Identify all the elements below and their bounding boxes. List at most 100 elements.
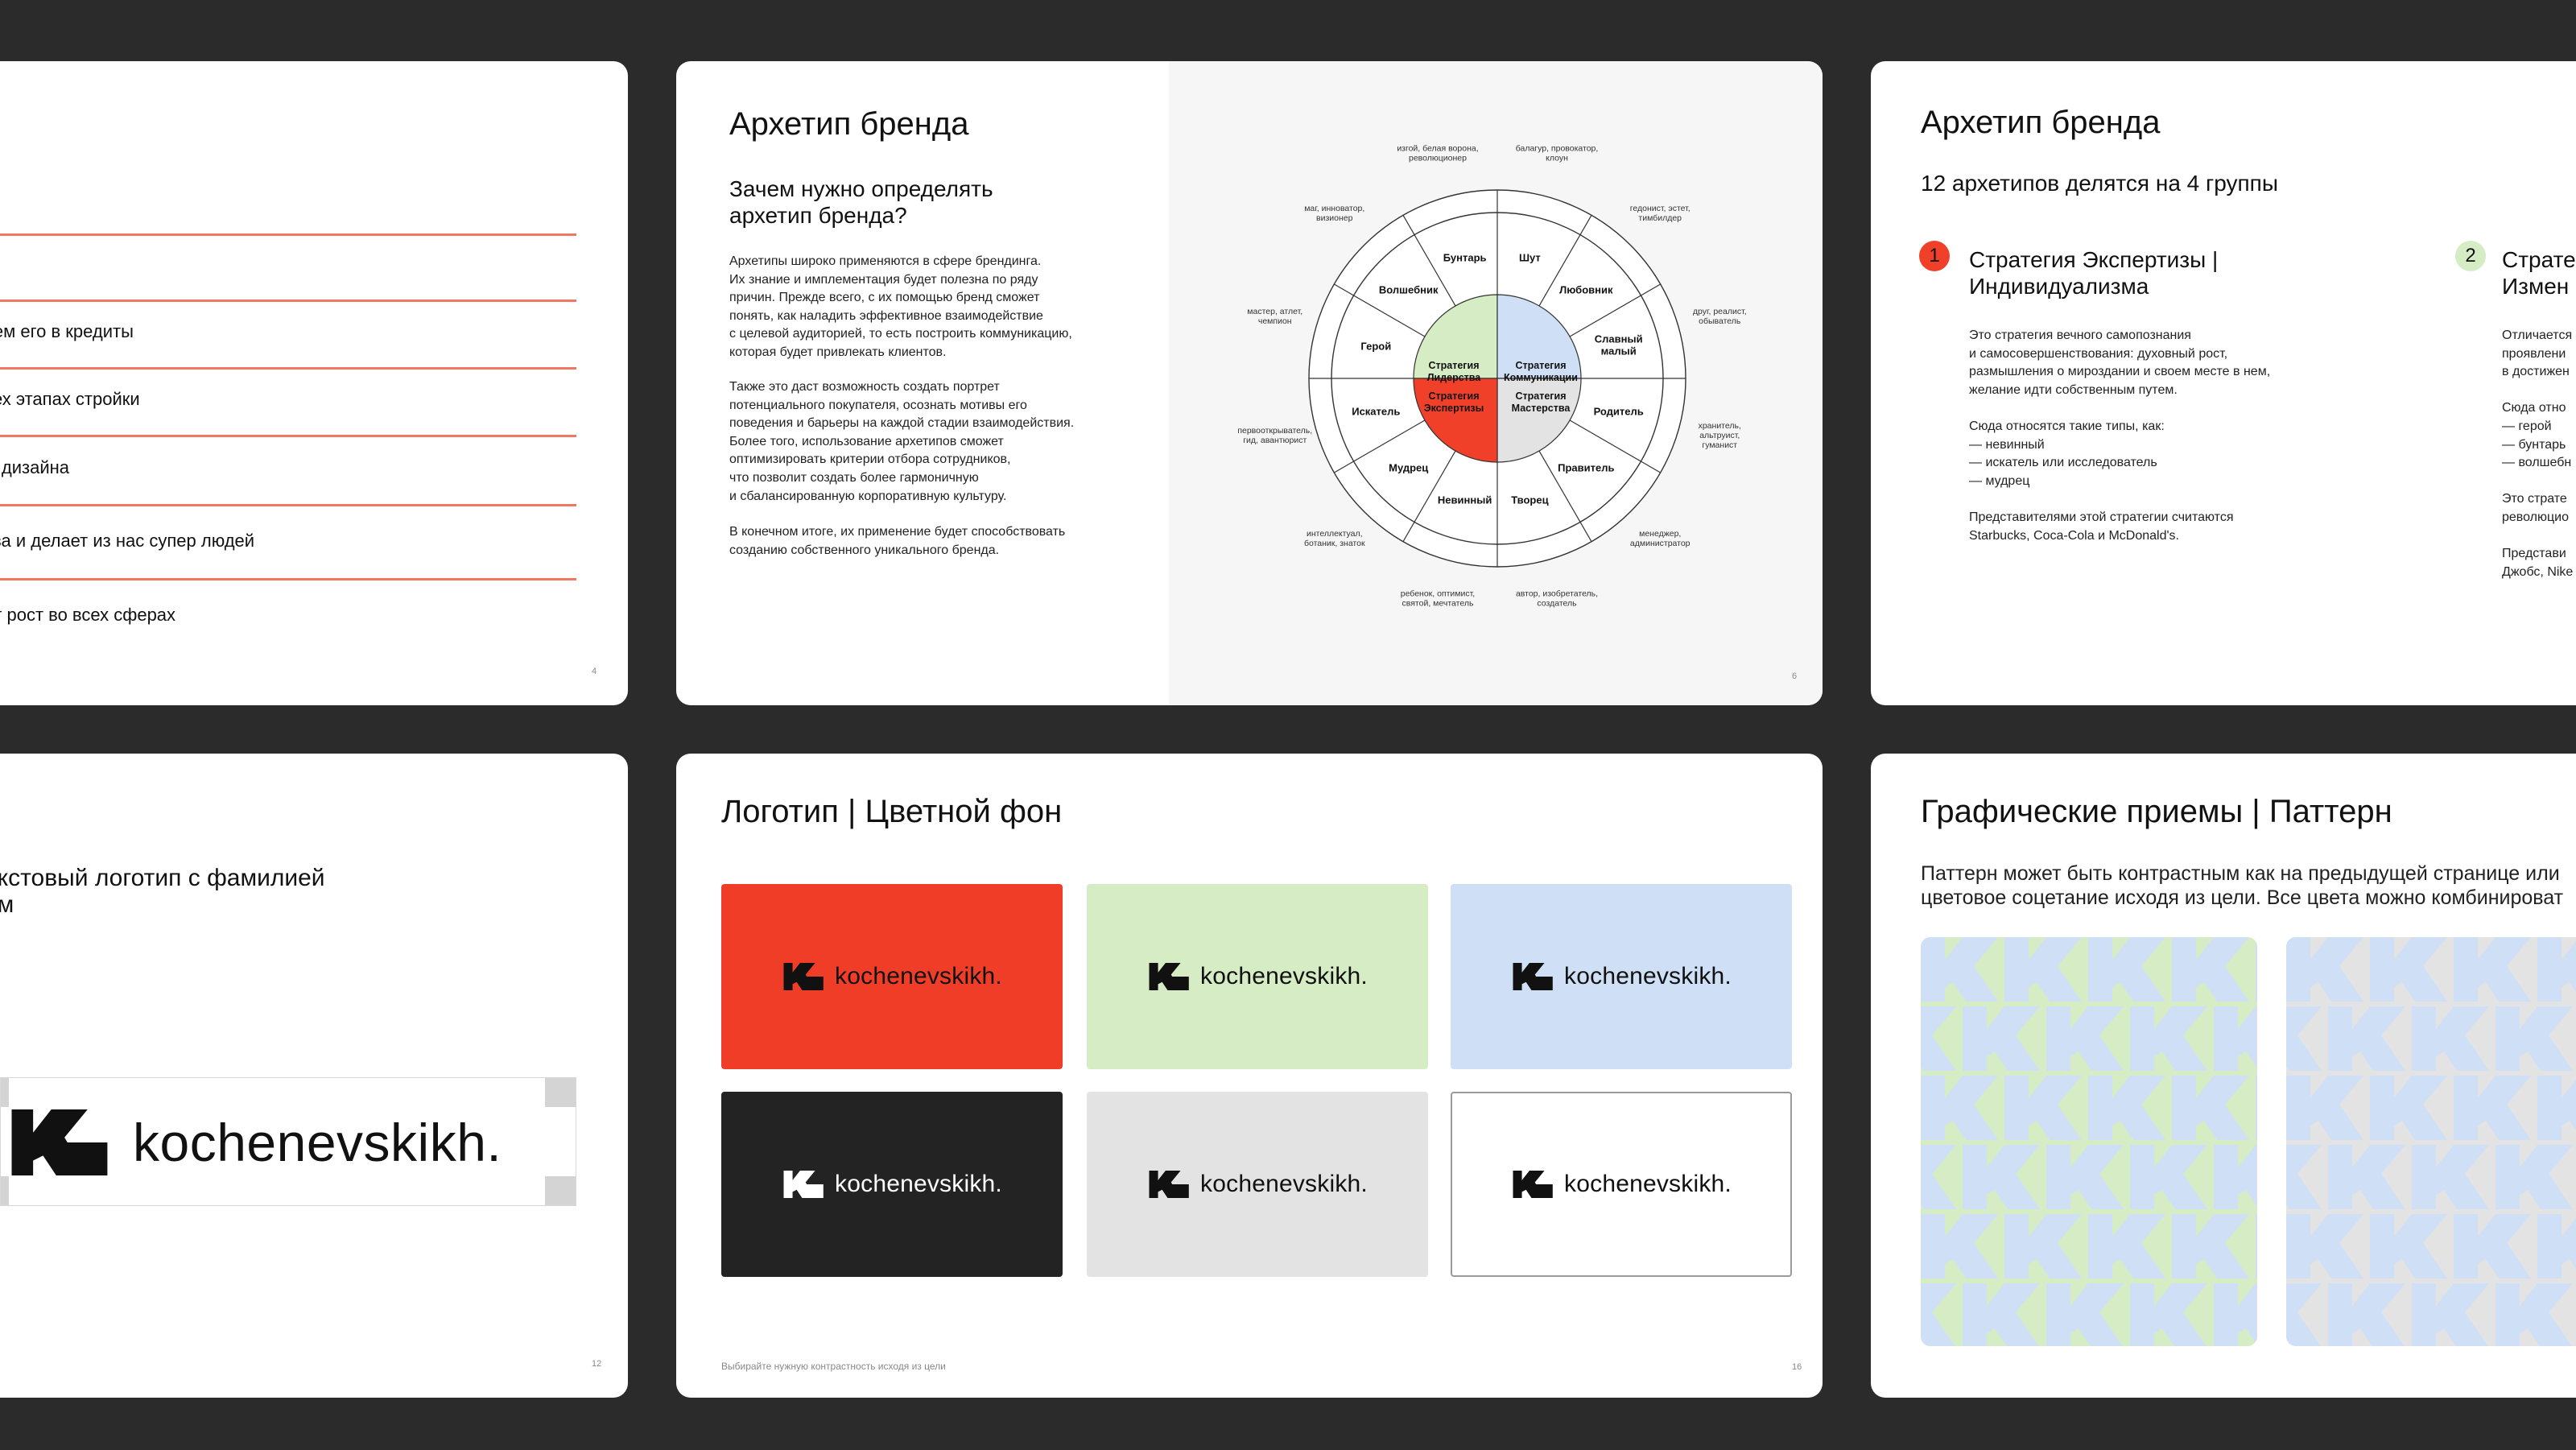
logo-mark-icon xyxy=(783,963,824,990)
archetype-label: Шут xyxy=(1519,251,1541,263)
archetype-label: Герой xyxy=(1360,341,1391,353)
logo-mark-icon xyxy=(1149,1171,1189,1198)
list-item: тва и делает из нас супер людей xyxy=(0,531,255,551)
logo-mark-icon xyxy=(1149,963,1189,990)
archetype-label: Родитель xyxy=(1594,405,1644,417)
group-number-badge: 1 xyxy=(1919,241,1950,271)
strategy-label: Стратегия Лидерства xyxy=(1427,360,1482,383)
archetype-description: менеджер, администратор xyxy=(1630,529,1690,548)
slide-text-logo: екстовый логотип с фамилией ом kochenevs… xyxy=(0,754,628,1398)
slide-pattern: Графические приемы | Паттерн Паттерн мож… xyxy=(1871,754,2576,1398)
logo: kochenevskikh. xyxy=(721,884,1063,1069)
divider xyxy=(0,435,576,437)
logo-mark-icon xyxy=(1513,1171,1553,1198)
clear-space-marker xyxy=(545,1078,576,1107)
list-item: ы дизайна xyxy=(0,457,70,477)
logo: kochenevskikh. xyxy=(721,1092,1063,1277)
list-item: яем его в кредиты xyxy=(0,321,134,341)
logo-mark-icon xyxy=(11,1109,108,1175)
pattern-graphic xyxy=(2286,937,2576,1346)
clear-space-marker xyxy=(1,1078,9,1107)
slide-text: екстовый логотип с фамилией ом xyxy=(0,865,325,918)
logo: kochenevskikh. xyxy=(1087,884,1428,1069)
archetype-description: ребенок, оптимист, святой, мечтатель xyxy=(1401,589,1475,608)
group-number-badge: 2 xyxy=(2455,241,2486,271)
slide-title: Архетип бренда xyxy=(729,106,969,142)
pattern-graphic xyxy=(1921,937,2257,1346)
archetype-description: изгой, белая ворона, революционер xyxy=(1397,144,1478,163)
logo-card: kochenevskikh. xyxy=(721,884,1063,1069)
slide-text: Паттерн может быть контрастным как на пр… xyxy=(1921,862,2564,909)
group-title: Страте Измен xyxy=(2502,247,2576,299)
strategy-label: Стратегия Мастерства xyxy=(1512,390,1571,414)
logo-card: kochenevskikh. xyxy=(1087,1092,1428,1277)
page-number: 16 xyxy=(1792,1362,1802,1372)
group-description: Это стратегия вечного самопознания и сам… xyxy=(1969,328,2271,543)
logo-card: kochenevskikh. xyxy=(721,1092,1063,1277)
page-number: 4 xyxy=(592,667,597,676)
logo-card: kochenevskikh. xyxy=(1451,1092,1792,1277)
archetype-label: Невинный xyxy=(1438,494,1492,506)
paragraph: Архетипы широко применяются в сфере брен… xyxy=(729,254,1072,359)
logo-card: kochenevskikh. xyxy=(1087,884,1428,1069)
archetype-label: Любовник xyxy=(1559,284,1613,296)
logo-construction: kochenevskikh. xyxy=(0,1077,576,1206)
slide-archetype-groups: Архетип бренда 12 архетипов делятся на 4… xyxy=(1871,61,2576,705)
logo-wordmark: kochenevskikh. xyxy=(1200,963,1368,989)
pattern-tile xyxy=(1921,937,2257,1346)
footer-note: Выбирайте нужную контрастность исходя из… xyxy=(721,1361,946,1372)
archetype-label: Славный малый xyxy=(1595,333,1643,357)
list-item: сех этапах стройки xyxy=(0,389,140,409)
logo-mark-icon xyxy=(1513,963,1553,990)
archetype-description: маг, инноватор, визионер xyxy=(1304,204,1364,223)
archetype-description: хранитель, альтруист, гуманист xyxy=(1699,421,1741,450)
slide-logo-colored-bg: Логотип | Цветной фон kochenevskikh. koch… xyxy=(676,754,1823,1398)
divider xyxy=(0,233,576,236)
archetype-label: Мудрец xyxy=(1389,461,1428,473)
logo: kochenevskikh. xyxy=(1451,884,1792,1069)
logo-wordmark: kochenevskikh. xyxy=(835,963,1002,989)
group-description: Отличается проявлени в достижен Сюда отн… xyxy=(2502,328,2574,579)
slide-title: Архетип бренда xyxy=(1921,105,2161,140)
archetype-description: балагур, провокатор, клоун xyxy=(1516,144,1599,163)
divider xyxy=(0,300,576,302)
slide-title: Графические приемы | Паттерн xyxy=(1921,794,2392,829)
list-item: ит рост во всех сферах xyxy=(0,605,176,625)
logo-wordmark: kochenevskikh. xyxy=(1564,1171,1732,1197)
strategy-label: Стратегия Экспертизы xyxy=(1424,390,1484,414)
pattern-tile xyxy=(2286,937,2576,1346)
archetype-label: Творец xyxy=(1511,494,1548,506)
page-number: 6 xyxy=(1792,671,1798,681)
logo: kochenevskikh. xyxy=(1087,1092,1428,1277)
archetype-wheel-diagram: Стратегия ЛидерстваСтратегия КоммуникацииС… xyxy=(1237,144,1747,609)
pattern-glyph xyxy=(2256,1076,2257,1140)
slide-title: Логотип | Цветной фон xyxy=(721,794,1063,829)
archetype-label: Волшебник xyxy=(1379,284,1439,296)
logo-wordmark: kochenevskikh. xyxy=(835,1171,1002,1197)
archetype-description: автор, изобретатель, создатель xyxy=(1516,589,1598,608)
logo: kochenevskikh. xyxy=(10,1107,502,1178)
clear-space-marker xyxy=(1,1176,9,1205)
logo-card: kochenevskikh. xyxy=(1451,884,1792,1069)
slide-services: яем его в кредиты сех этапах стройки ы д… xyxy=(0,61,628,705)
logo-wordmark: kochenevskikh. xyxy=(1564,963,1732,989)
group-title: Стратегия Экспертизы | Индивидуализма xyxy=(1969,247,2219,299)
archetype-description: мастер, атлет, чемпион xyxy=(1247,307,1302,326)
divider xyxy=(0,367,576,370)
paragraph: Также это даст возможность создать портр… xyxy=(729,380,1075,503)
slide-subtitle: 12 архетипов делятся на 4 группы xyxy=(1921,171,2278,196)
logo-wordmark: kochenevskikh. xyxy=(1200,1171,1368,1197)
pattern-glyph xyxy=(2256,1214,2257,1279)
archetype-description: интеллектуал, ботаник, знаток xyxy=(1304,529,1365,548)
archetype-wheel-panel: Стратегия Лидерства Стратегия Коммуникации С… xyxy=(1169,61,1823,705)
archetype-description: первооткрыватель, гид, авантюрист xyxy=(1237,426,1312,445)
logo: kochenevskikh. xyxy=(1452,1093,1790,1275)
page-number: 12 xyxy=(592,1359,602,1369)
archetype-label: Искатель xyxy=(1352,405,1400,417)
archetype-label: Бунтарь xyxy=(1443,251,1487,263)
logo-wordmark: kochenevskikh. xyxy=(133,1113,502,1172)
slide-subtitle: Зачем нужно определять архетип бренда? xyxy=(729,176,993,228)
slide-archetype-why: Архетип бренда Зачем нужно определять ар… xyxy=(676,61,1823,705)
archetype-description: друг, реалист, обыватель xyxy=(1693,307,1747,326)
clear-space-marker xyxy=(545,1176,576,1205)
